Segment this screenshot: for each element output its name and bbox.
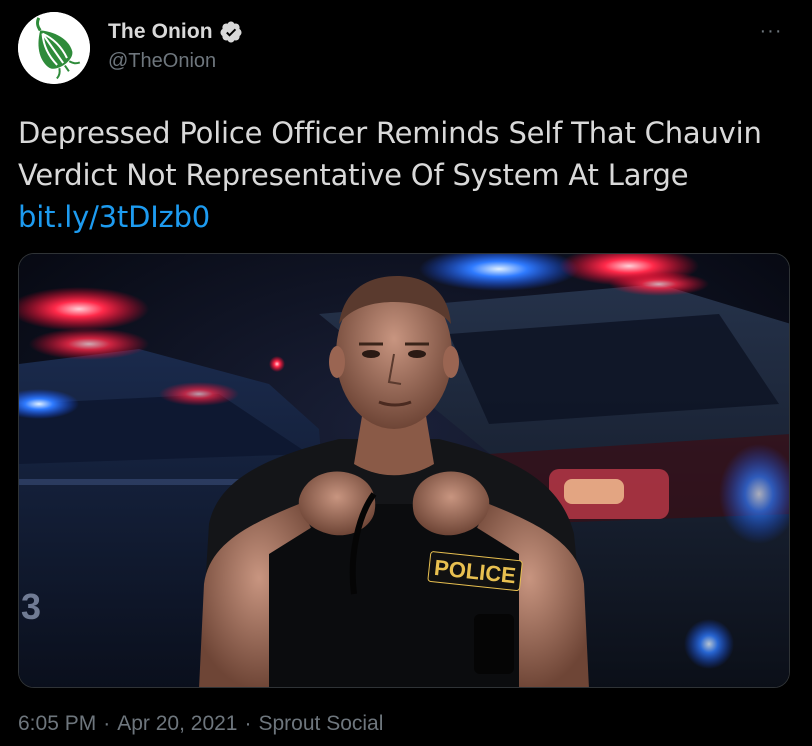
tweet-time[interactable]: 6:05 PM bbox=[18, 712, 96, 736]
tweet-source[interactable]: Sprout Social bbox=[258, 712, 383, 736]
onion-logo-icon bbox=[18, 12, 90, 84]
avatar[interactable] bbox=[18, 12, 90, 84]
author-display-name[interactable]: The Onion bbox=[108, 20, 213, 44]
tweet: The Onion @TheOnion ··· Depressed Police… bbox=[0, 0, 812, 746]
car-number: 3 bbox=[21, 586, 41, 627]
tweet-meta: 6:05 PM · Apr 20, 2021 · Sprout Social bbox=[18, 712, 383, 736]
author-handle[interactable]: @TheOnion bbox=[108, 50, 216, 73]
more-dots-icon: ··· bbox=[759, 19, 783, 42]
tweet-link[interactable]: bit.ly/3tDIzb0 bbox=[18, 200, 210, 234]
police-officer-photo: 3 POLICE bbox=[19, 254, 789, 687]
tweet-text: Depressed Police Officer Reminds Self Th… bbox=[18, 112, 788, 238]
more-options-button[interactable]: ··· bbox=[756, 18, 786, 44]
tweet-body: Depressed Police Officer Reminds Self Th… bbox=[18, 116, 762, 192]
meta-separator-2: · bbox=[244, 712, 252, 735]
tweet-date[interactable]: Apr 20, 2021 bbox=[117, 712, 237, 736]
verified-badge-icon bbox=[220, 21, 242, 43]
author-name-row: The Onion bbox=[108, 18, 243, 46]
meta-separator-1: · bbox=[103, 712, 111, 735]
tweet-media[interactable]: 3 POLICE bbox=[18, 253, 790, 688]
